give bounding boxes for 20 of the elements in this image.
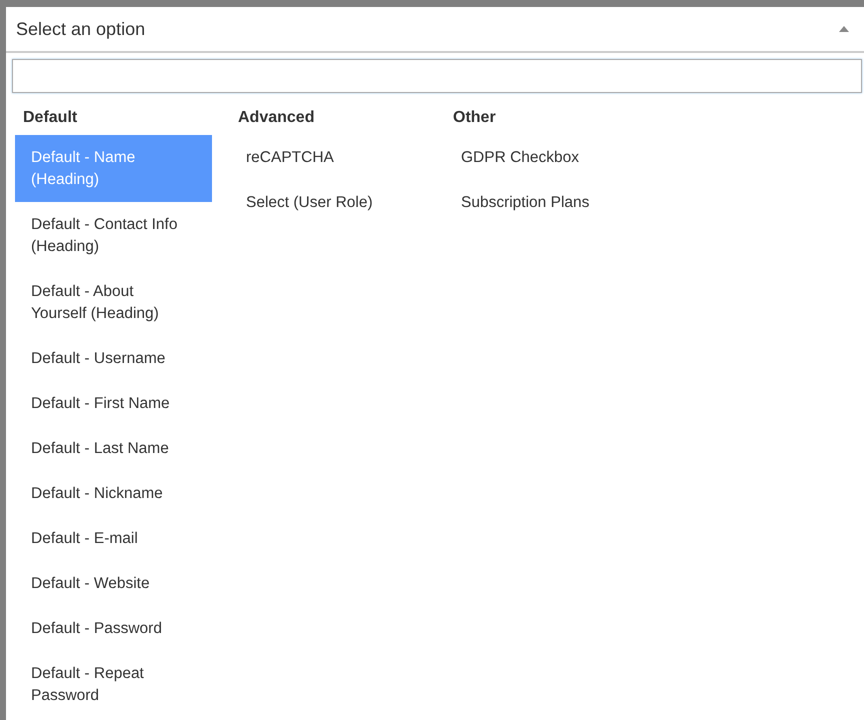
group-heading: Other [452,108,497,128]
option-item[interactable]: Default - Username [15,336,212,381]
group-heading: Default [22,108,78,128]
option-item[interactable]: Select (User Role) [230,180,427,225]
option-item[interactable]: Default - About Yourself (Heading) [15,269,212,336]
option-item[interactable]: Default - Last Name [15,426,212,471]
option-item[interactable]: Default - First Name [15,381,212,426]
option-item[interactable]: reCAPTCHA [230,135,427,180]
caret-icon [839,26,849,32]
option-item[interactable]: Default - Repeat Password [15,651,212,718]
option-item[interactable]: Default - Nickname [15,471,212,516]
group-heading: Advanced [237,108,316,128]
select-box[interactable]: Select an option [6,7,864,53]
option-item[interactable]: GDPR Checkbox [445,135,642,180]
option-item[interactable]: Default - Contact Info (Heading) [15,202,212,269]
option-item[interactable]: Subscription Plans [445,180,642,225]
option-item[interactable]: Default - Password [15,606,212,651]
search-field[interactable] [12,59,862,93]
option-item[interactable]: Default - E-mail [15,516,212,561]
option-item[interactable]: Default - Website [15,561,212,606]
